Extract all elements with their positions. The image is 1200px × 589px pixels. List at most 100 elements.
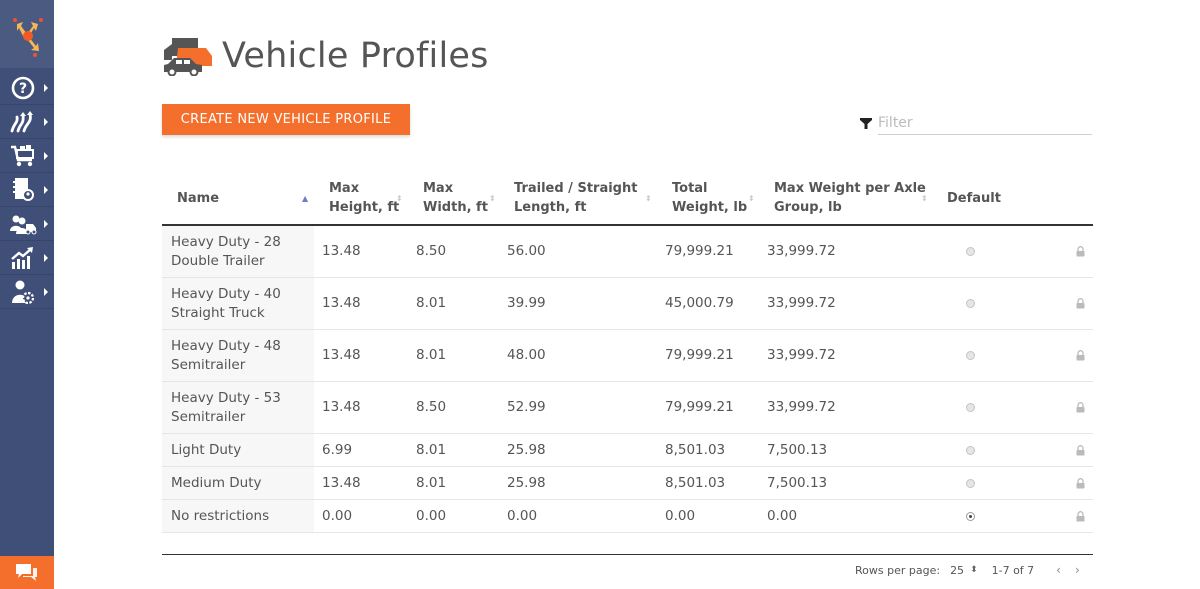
column-header-length[interactable]: Trailed / Straight Length, ft: [514, 170, 637, 226]
cell-default: [966, 500, 975, 532]
lock-icon: [1076, 246, 1085, 257]
cell-total-weight: 79,999.21: [665, 399, 734, 415]
column-header-max-height[interactable]: Max Height, ft: [329, 170, 399, 226]
sidebar-item-orders[interactable]: [0, 139, 54, 173]
default-radio[interactable]: [966, 445, 975, 455]
cell-default: [966, 330, 975, 381]
vehicles-icon: [164, 38, 212, 76]
previous-page-button[interactable]: ‹: [1056, 563, 1061, 577]
column-header-total-weight[interactable]: Total Weight, lb: [672, 170, 747, 226]
chevron-right-icon: [44, 151, 48, 160]
cell-name: Heavy Duty - 40 Straight Truck: [162, 278, 314, 329]
sidebar-item-team[interactable]: [0, 207, 54, 241]
sort-icon[interactable]: ⬍: [489, 170, 496, 226]
chat-icon: [16, 563, 37, 581]
table-row[interactable]: Light Duty 6.99 8.01 25.98 8,501.03 7,500.13: [162, 434, 1093, 467]
cell-height: 13.48: [322, 243, 361, 259]
default-radio[interactable]: [966, 351, 975, 360]
default-radio[interactable]: [966, 478, 975, 488]
cell-height: 13.48: [322, 399, 361, 415]
sort-icon[interactable]: ⬍: [396, 170, 403, 226]
sort-icon[interactable]: ⬍: [748, 170, 755, 226]
sidebar-item-address-book[interactable]: [0, 173, 54, 207]
chevron-right-icon: [44, 287, 48, 296]
default-radio[interactable]: [966, 247, 975, 256]
table-row[interactable]: No restrictions 0.00 0.00 0.00 0.00 0.00: [162, 500, 1093, 533]
sidebar-item-user-settings[interactable]: [0, 275, 54, 309]
cell-default: [966, 434, 975, 466]
lock-icon: [1076, 444, 1085, 455]
filter-input[interactable]: [878, 111, 1092, 135]
cell-width: 8.01: [416, 474, 447, 491]
cell-lock: [1076, 278, 1085, 329]
cell-axle-weight: 33,999.72: [767, 295, 836, 311]
sort-icon[interactable]: ⬍: [645, 170, 652, 226]
cell-lock: [1076, 467, 1085, 499]
cell-lock: [1076, 500, 1085, 532]
cell-width: 8.50: [416, 399, 447, 415]
cell-lock: [1076, 382, 1085, 433]
cell-default: [966, 382, 975, 433]
table-row[interactable]: Heavy Duty - 53 Semitrailer 13.48 8.50 52.99…: [162, 382, 1093, 434]
cell-axle-weight: 7,500.13: [767, 441, 828, 458]
filter-icon: [860, 117, 872, 129]
default-radio[interactable]: [966, 299, 975, 308]
cell-height: 13.48: [322, 474, 361, 491]
cell-length: 25.98: [507, 441, 546, 458]
cell-axle-weight: 33,999.72: [767, 399, 836, 415]
pagination: Rows per page: 25 ⬍ 1-7 of 7 ‹ ›: [855, 562, 1094, 578]
cell-length: 25.98: [507, 474, 546, 491]
cell-default: [966, 467, 975, 499]
cell-name: Light Duty: [162, 434, 314, 466]
sidebar-item-analytics[interactable]: [0, 241, 54, 275]
cell-width: 8.01: [416, 295, 447, 311]
cell-width: 0.00: [416, 507, 447, 524]
cell-axle-weight: 7,500.13: [767, 474, 828, 491]
cell-length: 39.99: [507, 295, 546, 311]
cell-width: 8.01: [416, 441, 447, 458]
sort-ascending-icon[interactable]: ▲: [302, 170, 308, 226]
lock-icon: [1076, 477, 1085, 488]
vehicle-profiles-table: Name ▲ Max Height, ft ⬍ Max Width, ft ⬍ Tr…: [162, 170, 1093, 533]
route-planner-logo-icon: [13, 18, 43, 57]
sidebar-item-help[interactable]: ?: [0, 71, 54, 105]
next-page-button[interactable]: ›: [1075, 563, 1080, 577]
cell-height: 0.00: [322, 507, 353, 524]
column-header-name[interactable]: Name: [177, 170, 219, 226]
cell-name: No restrictions: [162, 500, 314, 532]
page-range: 1-7 of 7: [991, 563, 1035, 577]
cell-total-weight: 79,999.21: [665, 243, 734, 259]
sidebar-item-routes[interactable]: [0, 105, 54, 139]
cell-length: 56.00: [507, 243, 546, 259]
sort-icon[interactable]: ⬍: [921, 170, 928, 226]
cell-length: 48.00: [507, 347, 546, 363]
default-radio[interactable]: [966, 403, 975, 412]
table-row[interactable]: Heavy Duty - 48 Semitrailer 13.48 8.01 48.00…: [162, 330, 1093, 382]
table-body: Heavy Duty - 28 Double Trailer 13.48 8.50 56…: [162, 226, 1093, 533]
cell-name: Heavy Duty - 53 Semitrailer: [162, 382, 314, 433]
app-logo[interactable]: [0, 0, 54, 68]
table-footer-divider: [162, 554, 1093, 555]
rows-per-page-select[interactable]: 25: [950, 564, 964, 577]
cell-total-weight: 79,999.21: [665, 347, 734, 363]
column-header-max-width[interactable]: Max Width, ft: [423, 170, 488, 226]
rows-per-page-label: Rows per page:: [855, 563, 941, 577]
create-vehicle-profile-button[interactable]: CREATE NEW VEHICLE PROFILE: [162, 104, 410, 135]
cell-axle-weight: 0.00: [767, 507, 798, 524]
chevron-right-icon: [44, 253, 48, 262]
default-radio[interactable]: [966, 511, 975, 521]
cell-height: 13.48: [322, 347, 361, 363]
help-icon: ?: [8, 75, 38, 101]
page-title: Vehicle Profiles: [222, 36, 489, 76]
table-row[interactable]: Heavy Duty - 40 Straight Truck 13.48 8.01 39…: [162, 278, 1093, 330]
table-row[interactable]: Heavy Duty - 28 Double Trailer 13.48 8.50 56…: [162, 226, 1093, 278]
chat-button[interactable]: [0, 556, 54, 589]
select-arrows-icon[interactable]: ⬍: [970, 565, 978, 575]
chevron-right-icon: [44, 83, 48, 92]
column-header-default: Default: [947, 190, 1001, 206]
cell-height: 13.48: [322, 295, 361, 311]
column-header-axle-weight[interactable]: Max Weight per Axle Group, lb: [774, 170, 926, 226]
chevron-right-icon: [44, 117, 48, 126]
cell-total-weight: 8,501.03: [665, 441, 726, 458]
table-row[interactable]: Medium Duty 13.48 8.01 25.98 8,501.03 7,500.1…: [162, 467, 1093, 500]
